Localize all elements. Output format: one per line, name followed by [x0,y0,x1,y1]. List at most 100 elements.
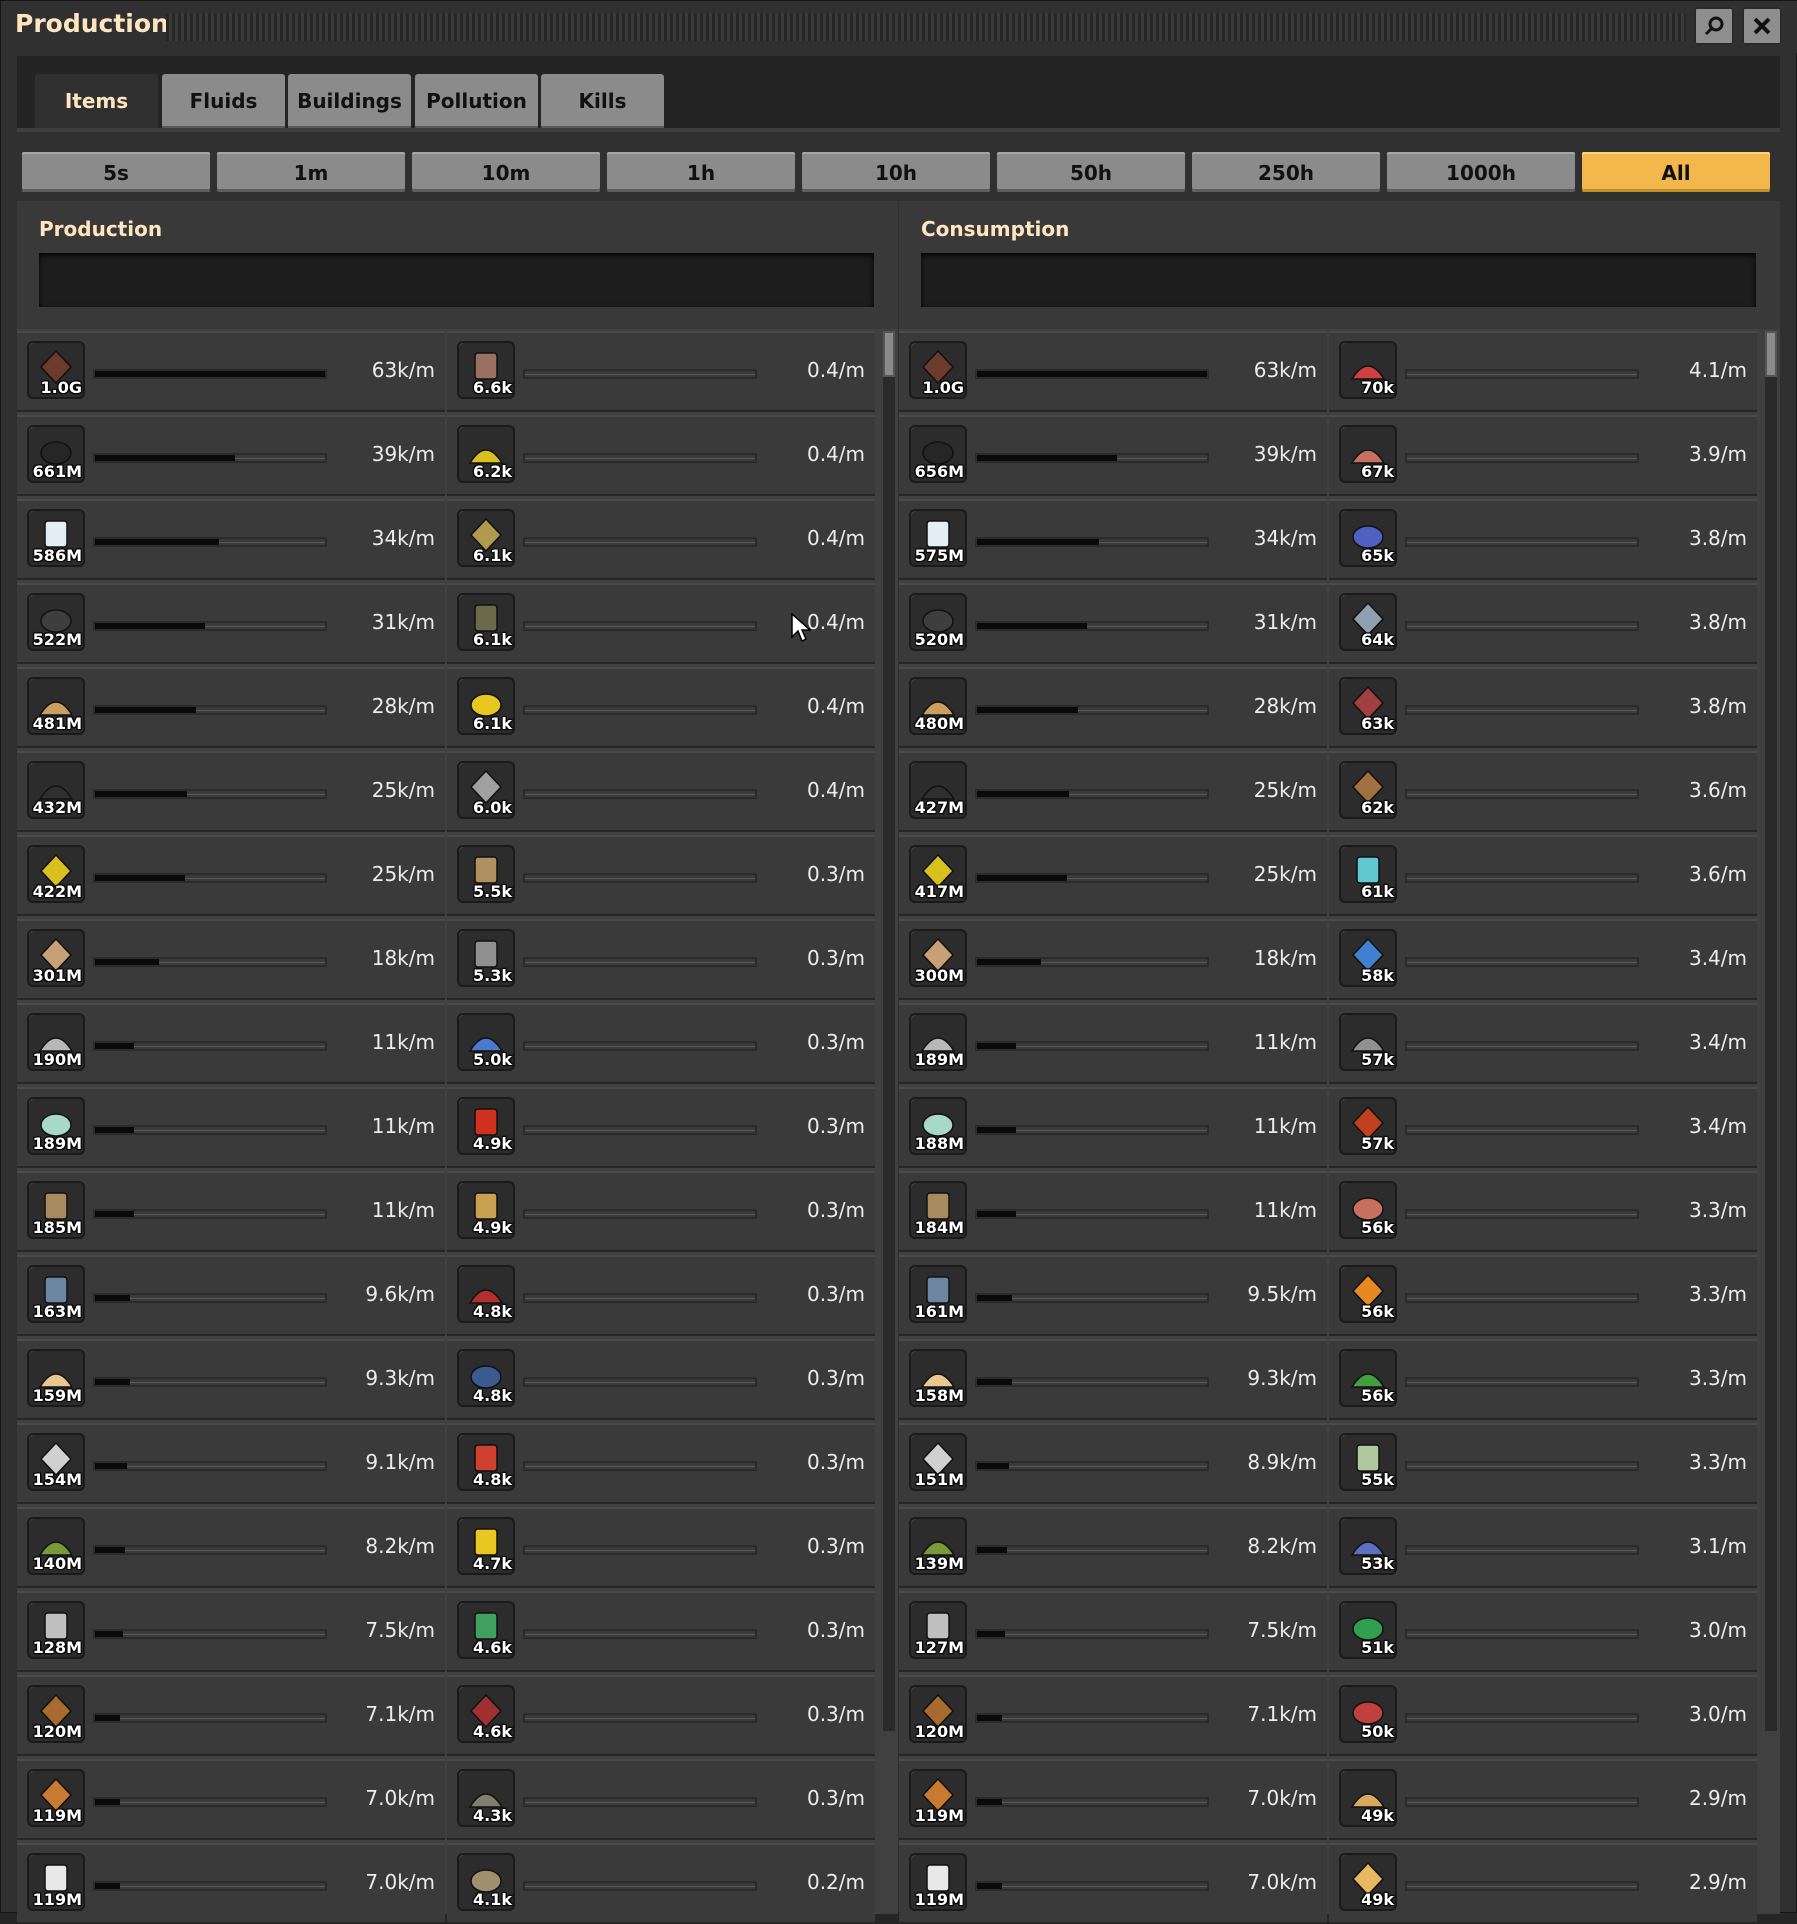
list-item[interactable]: 300M 18k/m [899,919,1327,1000]
list-item[interactable]: 4.1k 0.2/m [447,1843,875,1924]
list-item[interactable]: 4.9k 0.3/m [447,1087,875,1168]
list-item[interactable]: 6.0k 0.4/m [447,751,875,832]
production-scrollbar[interactable] [883,331,895,1731]
list-item[interactable]: 575M 34k/m [899,499,1327,580]
list-item[interactable]: 4.8k 0.3/m [447,1255,875,1336]
time-range-250h[interactable]: 250h [1192,152,1380,192]
list-item[interactable]: 185M 11k/m [17,1171,445,1252]
list-item[interactable]: 188M 11k/m [899,1087,1327,1168]
list-item[interactable]: 586M 34k/m [17,499,445,580]
list-item[interactable]: 4.9k 0.3/m [447,1171,875,1252]
list-item[interactable]: 61k 3.6/m [1329,835,1757,916]
list-item[interactable]: 154M 9.1k/m [17,1423,445,1504]
list-item[interactable]: 163M 9.6k/m [17,1255,445,1336]
scrollbar-thumb[interactable] [1765,331,1777,377]
list-item[interactable]: 53k 3.1/m [1329,1507,1757,1588]
time-range-1000h[interactable]: 1000h [1387,152,1575,192]
list-item[interactable]: 57k 3.4/m [1329,1003,1757,1084]
tab-fluids[interactable]: Fluids [162,74,285,128]
list-item[interactable]: 58k 3.4/m [1329,919,1757,1000]
list-item[interactable]: 57k 3.4/m [1329,1087,1757,1168]
list-item[interactable]: 51k 3.0/m [1329,1591,1757,1672]
list-item[interactable]: 189M 11k/m [899,1003,1327,1084]
list-item[interactable]: 5.5k 0.3/m [447,835,875,916]
list-item[interactable]: 5.3k 0.3/m [447,919,875,1000]
list-item[interactable]: 50k 3.0/m [1329,1675,1757,1756]
list-item[interactable]: 520M 31k/m [899,583,1327,664]
time-range-1h[interactable]: 1h [607,152,795,192]
time-range-5s[interactable]: 5s [22,152,210,192]
tab-pollution[interactable]: Pollution [415,74,538,128]
item-count: 151M [914,1470,964,1489]
list-item[interactable]: 56k 3.3/m [1329,1255,1757,1336]
list-item[interactable]: 656M 39k/m [899,415,1327,496]
list-item[interactable]: 120M 7.1k/m [17,1675,445,1756]
list-item[interactable]: 4.8k 0.3/m [447,1423,875,1504]
list-item[interactable]: 56k 3.3/m [1329,1171,1757,1252]
list-item[interactable]: 4.7k 0.3/m [447,1507,875,1588]
list-item[interactable]: 128M 7.5k/m [17,1591,445,1672]
close-button[interactable] [1742,7,1782,45]
time-range-1m[interactable]: 1m [217,152,405,192]
drag-handle[interactable] [166,13,1686,41]
consumption-graph[interactable] [921,253,1756,307]
list-item[interactable]: 189M 11k/m [17,1087,445,1168]
list-item[interactable]: 417M 25k/m [899,835,1327,916]
list-item[interactable]: 70k 4.1/m [1329,331,1757,412]
list-item[interactable]: 119M 7.0k/m [899,1759,1327,1840]
list-item[interactable]: 62k 3.6/m [1329,751,1757,832]
list-item[interactable]: 427M 25k/m [899,751,1327,832]
list-item[interactable]: 139M 8.2k/m [899,1507,1327,1588]
list-item[interactable]: 184M 11k/m [899,1171,1327,1252]
list-item[interactable]: 4.3k 0.3/m [447,1759,875,1840]
list-item[interactable]: 140M 8.2k/m [17,1507,445,1588]
list-item[interactable]: 4.6k 0.3/m [447,1675,875,1756]
list-item[interactable]: 5.0k 0.3/m [447,1003,875,1084]
list-item[interactable]: 432M 25k/m [17,751,445,832]
list-item[interactable]: 63k 3.8/m [1329,667,1757,748]
tab-items[interactable]: Items [35,74,158,128]
search-button[interactable] [1694,7,1734,45]
list-item[interactable]: 55k 3.3/m [1329,1423,1757,1504]
tab-buildings[interactable]: Buildings [288,74,411,128]
time-range-50h[interactable]: 50h [997,152,1185,192]
list-item[interactable]: 6.2k 0.4/m [447,415,875,496]
time-range-10m[interactable]: 10m [412,152,600,192]
list-item[interactable]: 1.0G 63k/m [899,331,1327,412]
list-item[interactable]: 522M 31k/m [17,583,445,664]
list-item[interactable]: 661M 39k/m [17,415,445,496]
list-item[interactable]: 4.8k 0.3/m [447,1339,875,1420]
list-item[interactable]: 481M 28k/m [17,667,445,748]
list-item[interactable]: 301M 18k/m [17,919,445,1000]
list-item[interactable]: 64k 3.8/m [1329,583,1757,664]
list-item[interactable]: 6.6k 0.4/m [447,331,875,412]
scrollbar-thumb[interactable] [883,331,895,377]
list-item[interactable]: 4.6k 0.3/m [447,1591,875,1672]
list-item[interactable]: 190M 11k/m [17,1003,445,1084]
list-item[interactable]: 119M 7.0k/m [899,1843,1327,1924]
time-range-all[interactable]: All [1582,152,1770,192]
tab-kills[interactable]: Kills [541,74,664,128]
list-item[interactable]: 6.1k 0.4/m [447,667,875,748]
list-item[interactable]: 6.1k 0.4/m [447,499,875,580]
list-item[interactable]: 65k 3.8/m [1329,499,1757,580]
list-item[interactable]: 158M 9.3k/m [899,1339,1327,1420]
list-item[interactable]: 119M 7.0k/m [17,1759,445,1840]
list-item[interactable]: 56k 3.3/m [1329,1339,1757,1420]
list-item[interactable]: 49k 2.9/m [1329,1759,1757,1840]
list-item[interactable]: 151M 8.9k/m [899,1423,1327,1504]
list-item[interactable]: 480M 28k/m [899,667,1327,748]
list-item[interactable]: 127M 7.5k/m [899,1591,1327,1672]
list-item[interactable]: 119M 7.0k/m [17,1843,445,1924]
production-graph[interactable] [39,253,874,307]
list-item[interactable]: 67k 3.9/m [1329,415,1757,496]
title-bar[interactable]: Production [1,1,1797,53]
consumption-scrollbar[interactable] [1765,331,1777,1731]
list-item[interactable]: 49k 2.9/m [1329,1843,1757,1924]
list-item[interactable]: 161M 9.5k/m [899,1255,1327,1336]
list-item[interactable]: 422M 25k/m [17,835,445,916]
list-item[interactable]: 120M 7.1k/m [899,1675,1327,1756]
time-range-10h[interactable]: 10h [802,152,990,192]
list-item[interactable]: 1.0G 63k/m [17,331,445,412]
list-item[interactable]: 159M 9.3k/m [17,1339,445,1420]
